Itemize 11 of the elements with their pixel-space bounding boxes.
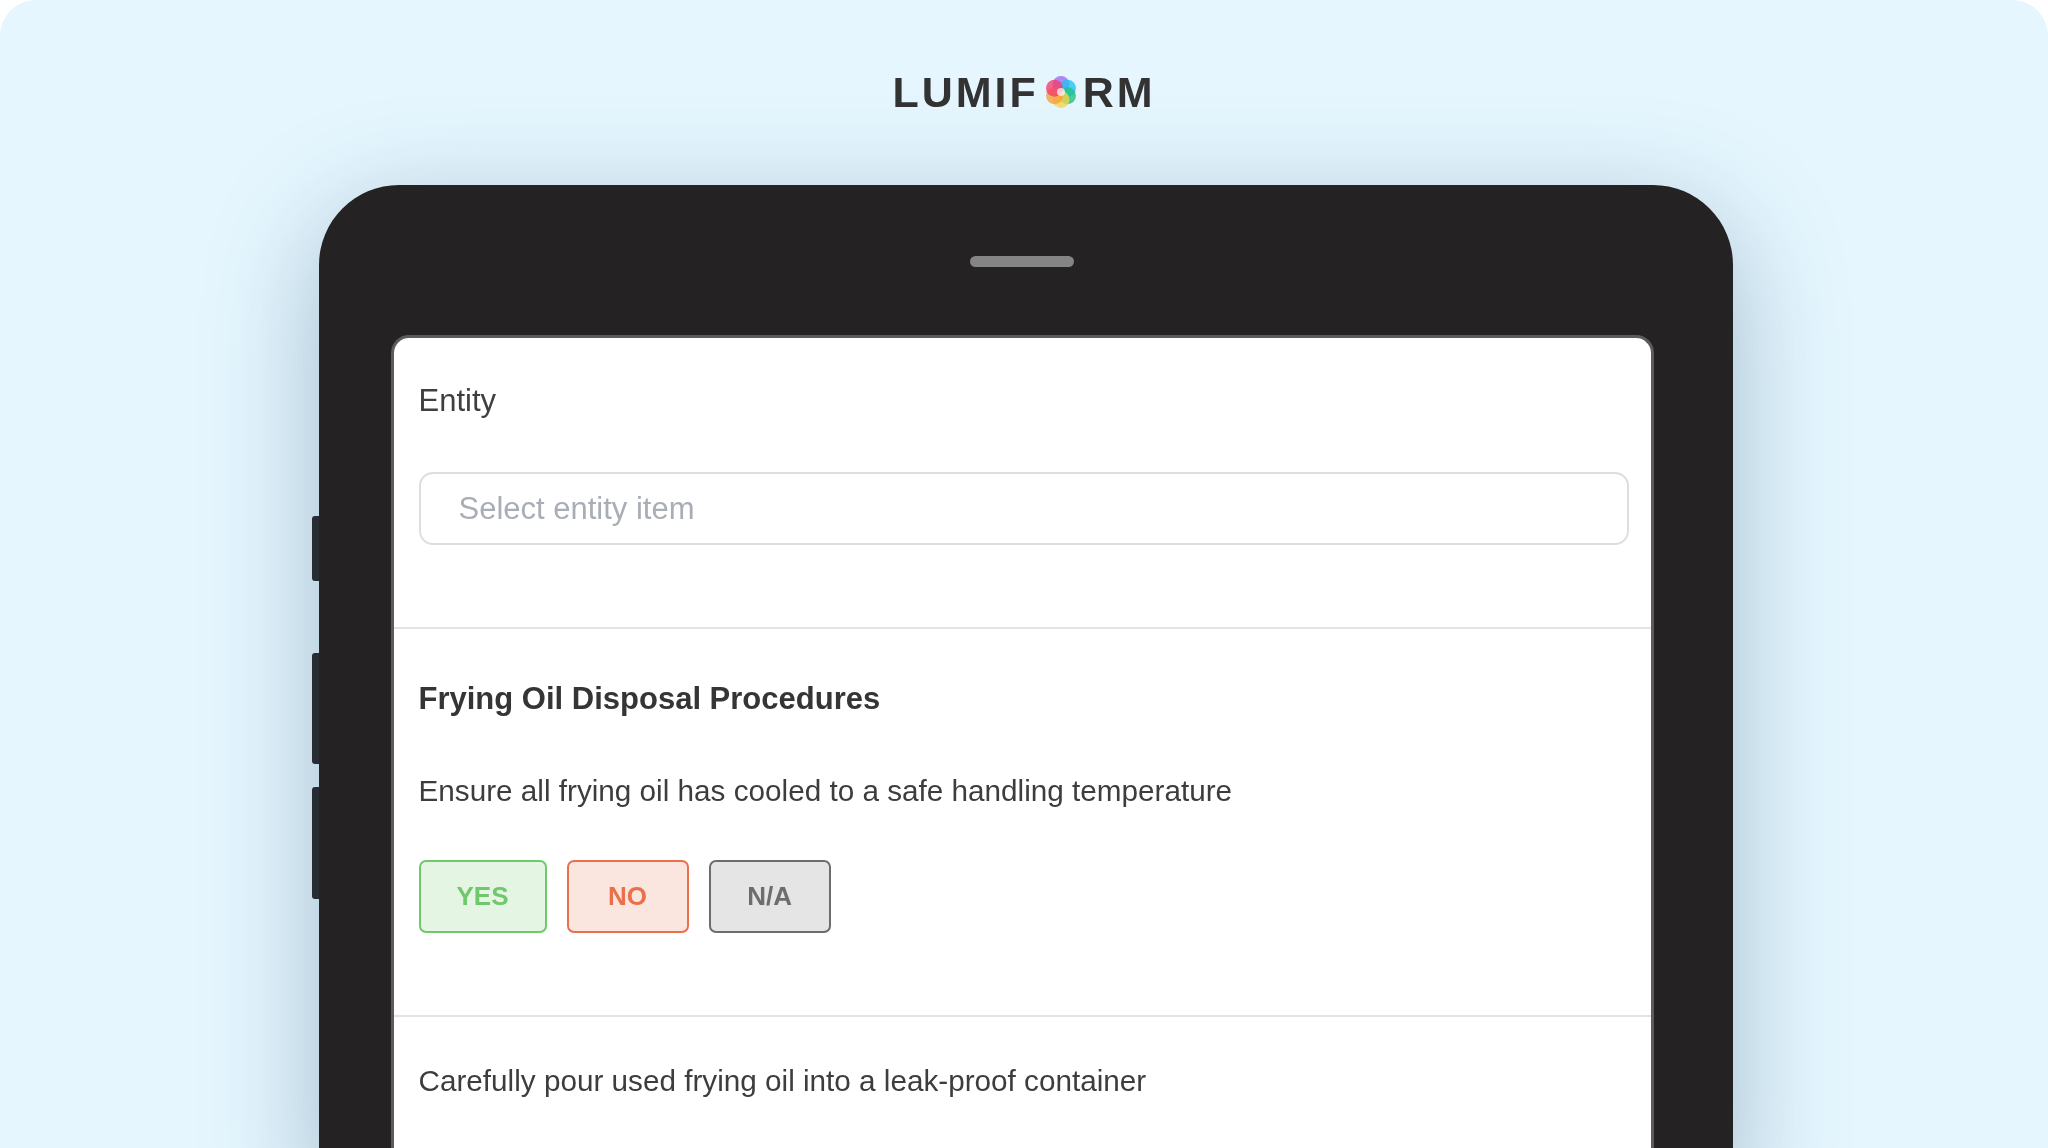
flower-logo-icon [1044,76,1077,108]
question-text: Ensure all frying oil has cooled to a safe handling temperature [418,773,1233,808]
field-label: Entity [418,382,497,419]
answer-button[interactable]: NO [566,860,689,933]
logo-text: RM [1082,71,1156,113]
question-text: Carefully pour used frying oil into a leak-proof container [418,1063,1147,1098]
answer-button[interactable]: N/A [708,860,831,933]
section-title: Frying Oil Disposal Procedures [418,680,881,717]
entity-select-field[interactable]: Select entity item [418,472,1629,545]
logo-text: LUMIF [892,71,1039,113]
answer-button[interactable]: YES [418,860,547,933]
